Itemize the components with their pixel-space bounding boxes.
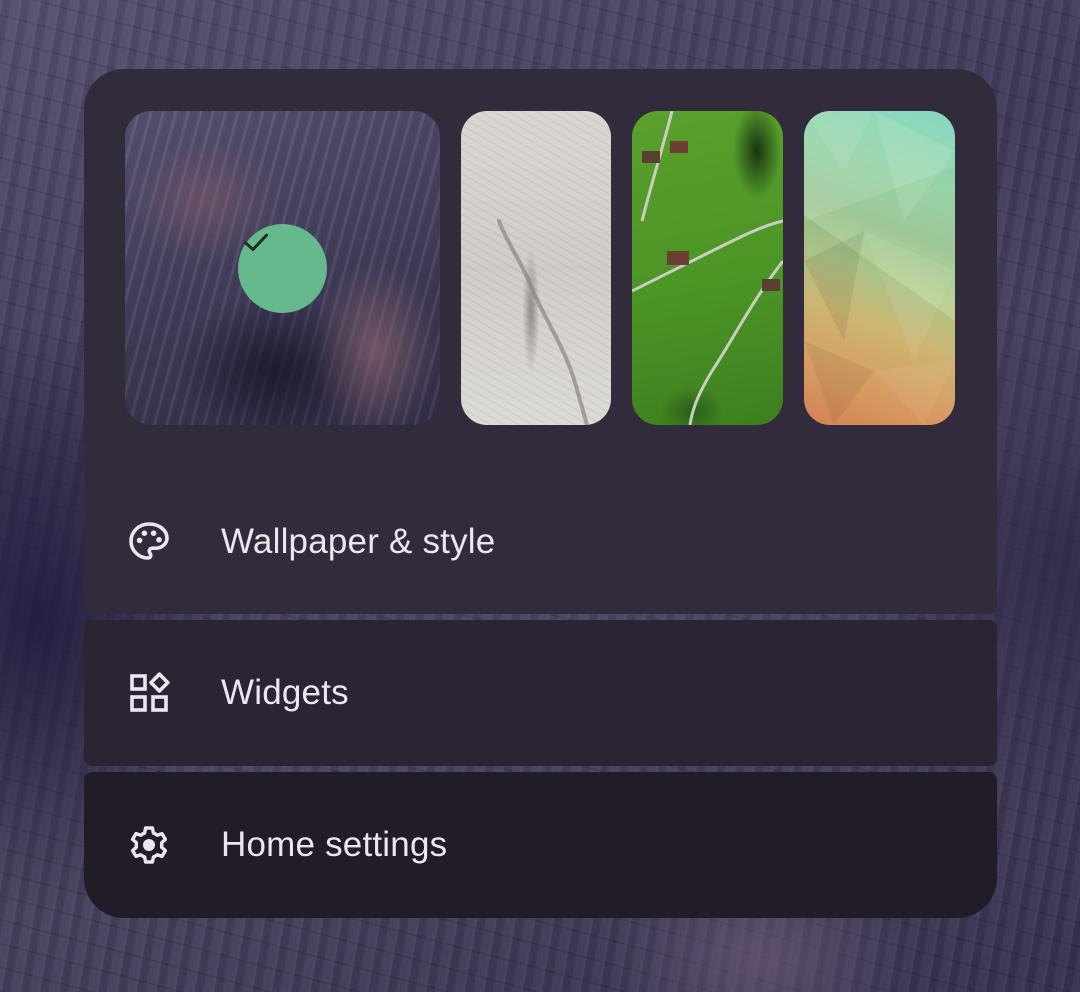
home-settings-label: Home settings bbox=[221, 825, 448, 864]
wallpaper-and-style-label: Wallpaper & style bbox=[221, 522, 496, 561]
check-icon bbox=[244, 233, 268, 251]
wallpaper-thumbnail-current[interactable] bbox=[125, 111, 440, 425]
palette-icon bbox=[129, 522, 169, 560]
wallpaper-thumbnail-gradient[interactable] bbox=[804, 111, 955, 425]
sand-ridge-illustration bbox=[497, 219, 589, 425]
widgets-button[interactable]: Widgets bbox=[84, 620, 997, 766]
wallpaper-thumbnail-hills[interactable] bbox=[632, 111, 783, 425]
widgets-icon bbox=[130, 672, 170, 712]
gear-icon bbox=[130, 826, 168, 864]
wallpaper-thumbnail-sand[interactable] bbox=[461, 111, 611, 425]
selected-badge bbox=[238, 224, 327, 313]
home-settings-button[interactable]: Home settings bbox=[84, 772, 997, 918]
hills-illustration bbox=[632, 111, 783, 425]
wallpaper-and-style-button[interactable]: Wallpaper & style bbox=[84, 469, 997, 615]
polygon-illustration bbox=[804, 111, 955, 425]
widgets-label: Widgets bbox=[221, 673, 349, 712]
